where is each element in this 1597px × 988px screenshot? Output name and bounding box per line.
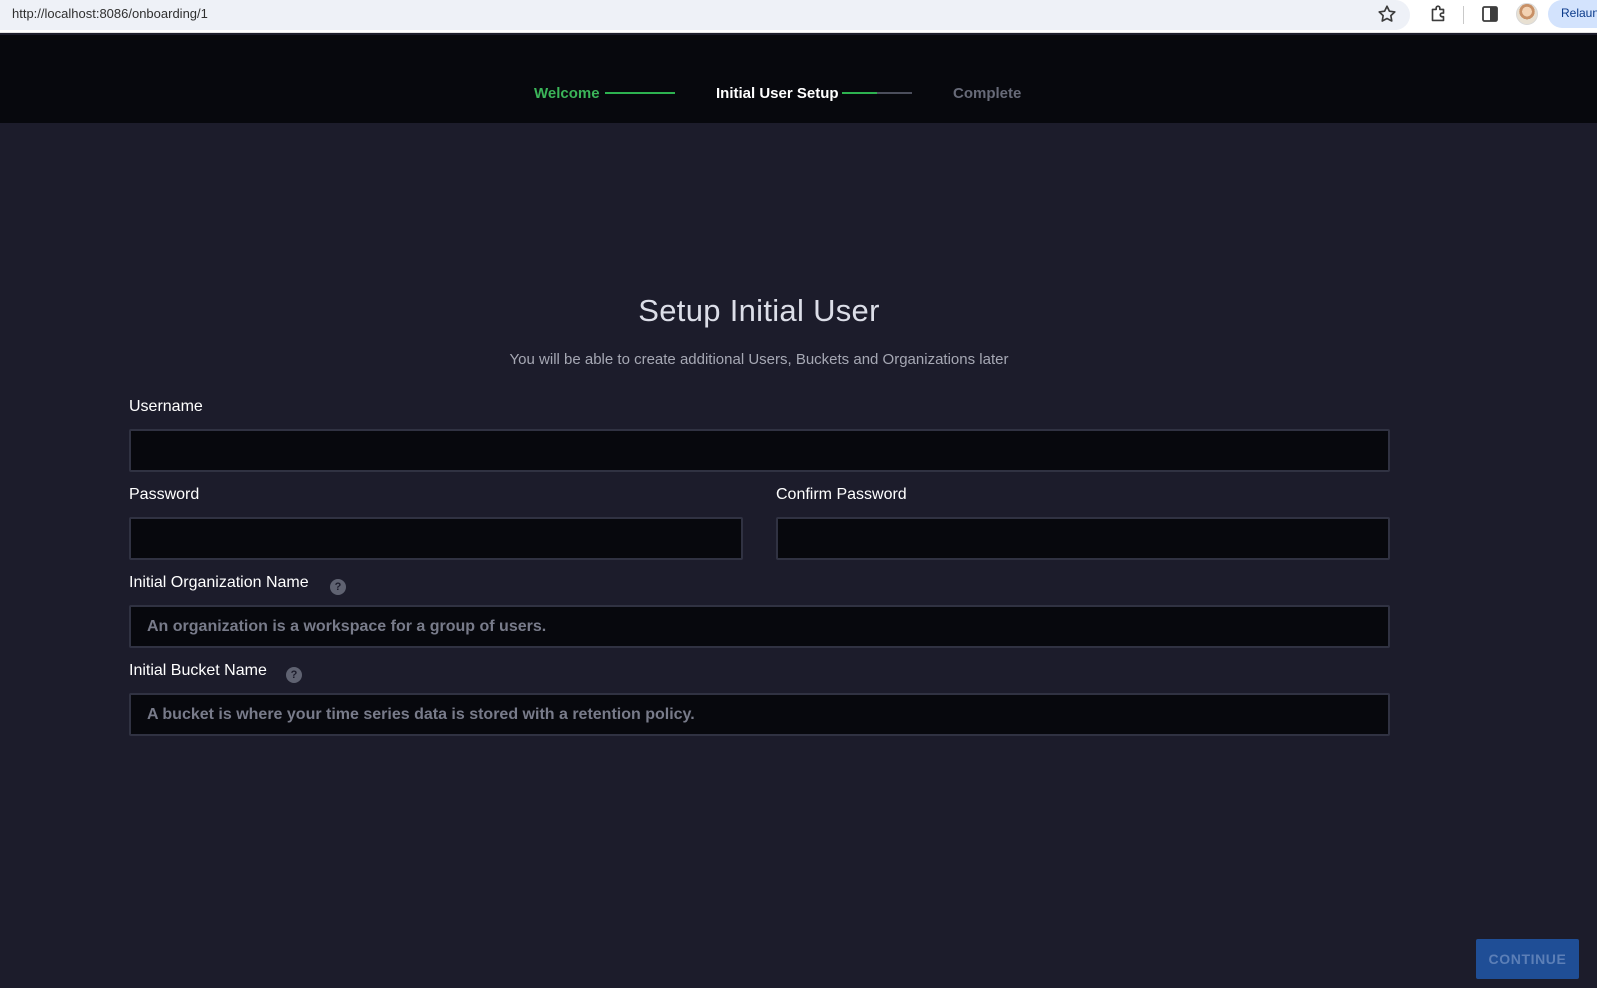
url-text[interactable]: http://localhost:8086/onboarding/1 [12,6,208,21]
step-complete: Complete [953,85,1022,102]
extensions-icon[interactable] [1427,3,1449,25]
star-icon[interactable] [1376,3,1398,25]
step-connector-2 [842,92,912,94]
bucket-name-field[interactable] [129,693,1390,736]
profile-avatar[interactable] [1516,3,1538,25]
setup-form: Setup Initial User You will be able to c… [0,123,1597,988]
step-connector-1 [605,92,675,94]
org-name-label: Initial Organization Name [129,574,309,591]
bucket-name-help-icon[interactable]: ? [286,667,302,683]
browser-toolbar: http://localhost:8086/onboarding/1 Relau… [0,0,1597,33]
toolbar-separator [1463,6,1464,24]
step-welcome: Welcome [534,85,600,102]
page-subtitle: You will be able to create additional Us… [509,351,1009,368]
bucket-name-label: Initial Bucket Name [129,662,267,679]
confirm-password-label: Confirm Password [776,486,907,503]
username-field[interactable] [129,429,1390,472]
side-panel-icon[interactable] [1480,4,1500,24]
address-bar[interactable]: http://localhost:8086/onboarding/1 [0,0,1410,30]
confirm-password-field[interactable] [776,517,1390,560]
step-initial-user-setup: Initial User Setup [716,85,839,102]
page-title: Setup Initial User [638,293,880,328]
password-field[interactable] [129,517,743,560]
step-connector-2-progress [842,92,877,94]
continue-button[interactable]: CONTINUE [1476,939,1579,979]
org-name-help-icon[interactable]: ? [330,579,346,595]
password-label: Password [129,486,200,503]
onboarding-header: Welcome Initial User Setup Complete [0,35,1597,123]
username-label: Username [129,398,203,415]
org-name-field[interactable] [129,605,1390,648]
relaunch-button[interactable]: Relaun [1548,0,1597,28]
